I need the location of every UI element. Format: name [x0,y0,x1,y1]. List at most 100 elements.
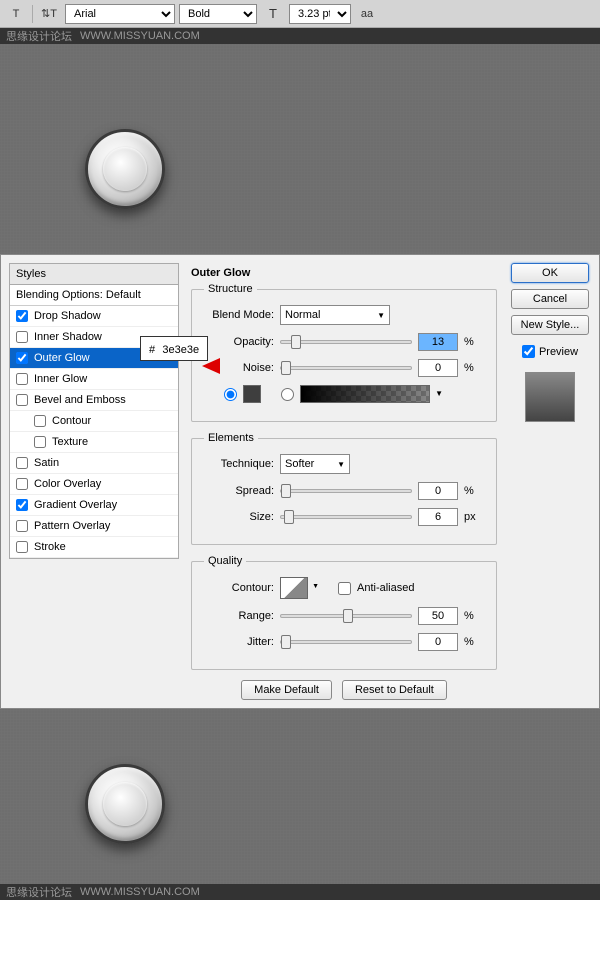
style-checkbox[interactable] [34,436,46,448]
styles-list-panel: Styles Blending Options: Default Drop Sh… [9,263,179,700]
reset-default-button[interactable]: Reset to Default [342,680,447,700]
style-checkbox[interactable] [16,478,28,490]
size-slider[interactable] [280,515,412,519]
make-default-button[interactable]: Make Default [241,680,332,700]
callout-arrow-icon [202,358,220,374]
style-item-stroke[interactable]: Stroke [10,537,178,558]
noise-slider[interactable] [280,366,412,370]
antialias-icon: aa [355,4,379,24]
style-label: Texture [52,436,88,448]
quality-group: Quality Contour: Anti-aliased Range: % J… [191,555,497,670]
percent-unit: % [464,485,484,497]
style-item-satin[interactable]: Satin [10,453,178,474]
range-label: Range: [204,610,274,622]
style-checkbox[interactable] [34,415,46,427]
technique-select[interactable]: Softer [280,454,350,474]
style-checkbox[interactable] [16,352,28,364]
style-checkbox[interactable] [16,541,28,553]
font-size-select[interactable]: 3.23 pt [289,4,351,24]
panel-title: Outer Glow [191,263,497,283]
jitter-slider[interactable] [280,640,412,644]
style-checkbox[interactable] [16,394,28,406]
px-unit: px [464,511,484,523]
style-label: Contour [52,415,91,427]
elements-group: Elements Technique: Softer Spread: % Siz… [191,432,497,545]
antialiased-label: Anti-aliased [357,582,414,594]
spread-input[interactable] [418,482,458,500]
style-label: Stroke [34,541,66,553]
knob-graphic [85,129,165,209]
canvas-preview-top [0,44,600,254]
style-item-drop-shadow[interactable]: Drop Shadow [10,306,178,327]
blend-mode-select[interactable]: Normal [280,305,390,325]
opacity-label: Opacity: [204,336,274,348]
style-label: Bevel and Emboss [34,394,126,406]
glow-gradient-picker[interactable] [300,385,430,403]
new-style-button[interactable]: New Style... [511,315,589,335]
cancel-button[interactable]: Cancel [511,289,589,309]
glow-gradient-radio[interactable] [281,388,294,401]
style-label: Satin [34,457,59,469]
size-input[interactable] [418,508,458,526]
style-label: Drop Shadow [34,310,101,322]
type-options-toolbar: T ⇅T Arial Bold T 3.23 pt aa [0,0,600,28]
style-checkbox[interactable] [16,373,28,385]
preview-swatch [525,372,575,422]
technique-label: Technique: [204,458,274,470]
blend-mode-label: Blend Mode: [204,309,274,321]
style-item-bevel-and-emboss[interactable]: Bevel and Emboss [10,390,178,411]
spread-slider[interactable] [280,489,412,493]
style-label: Inner Glow [34,373,87,385]
antialiased-checkbox[interactable] [338,582,351,595]
elements-legend: Elements [204,432,258,444]
styles-list: Blending Options: Default Drop Shadow Inn… [9,285,179,559]
style-item-texture[interactable]: Texture [10,432,178,453]
styles-header[interactable]: Styles [9,263,179,285]
percent-unit: % [464,636,484,648]
noise-input[interactable] [418,359,458,377]
glow-color-radio[interactable] [224,388,237,401]
style-item-inner-glow[interactable]: Inner Glow [10,369,178,390]
style-label: Pattern Overlay [34,520,110,532]
glow-color-swatch[interactable] [243,385,261,403]
ok-button[interactable]: OK [511,263,589,283]
text-orientation-icon[interactable]: ⇅T [37,4,61,24]
style-item-gradient-overlay[interactable]: Gradient Overlay [10,495,178,516]
font-family-select[interactable]: Arial [65,4,175,24]
font-weight-select[interactable]: Bold [179,4,257,24]
default-buttons-row: Make Default Reset to Default [191,680,497,700]
style-item-pattern-overlay[interactable]: Pattern Overlay [10,516,178,537]
dialog-buttons-panel: OK Cancel New Style... Preview [509,263,591,700]
style-item-color-overlay[interactable]: Color Overlay [10,474,178,495]
style-label: Color Overlay [34,478,101,490]
jitter-input[interactable] [418,633,458,651]
layer-style-dialog: Styles Blending Options: Default Drop Sh… [0,254,600,709]
style-checkbox[interactable] [16,520,28,532]
opacity-slider[interactable] [280,340,412,344]
percent-unit: % [464,362,484,374]
opacity-input[interactable] [418,333,458,351]
structure-legend: Structure [204,283,257,295]
type-tool-icon[interactable]: T [4,4,28,24]
preview-checkbox[interactable] [522,345,535,358]
canvas-preview-bottom [0,709,600,884]
contour-picker[interactable] [280,577,308,599]
style-checkbox[interactable] [16,331,28,343]
style-label: Gradient Overlay [34,499,117,511]
range-input[interactable] [418,607,458,625]
preview-label: Preview [539,346,578,358]
watermark-top: 思缘设计论坛WWW.MISSYUAN.COM [0,28,600,44]
effect-settings-panel: Outer Glow Structure Blend Mode: Normal … [187,263,501,700]
separator [32,5,33,23]
percent-unit: % [464,610,484,622]
size-label: Size: [204,511,274,523]
font-size-icon: T [261,4,285,24]
range-slider[interactable] [280,614,412,618]
style-checkbox[interactable] [16,457,28,469]
preview-toggle[interactable]: Preview [522,345,578,358]
blending-options-item[interactable]: Blending Options: Default [10,285,178,306]
style-checkbox[interactable] [16,310,28,322]
style-checkbox[interactable] [16,499,28,511]
percent-unit: % [464,336,484,348]
style-item-contour[interactable]: Contour [10,411,178,432]
